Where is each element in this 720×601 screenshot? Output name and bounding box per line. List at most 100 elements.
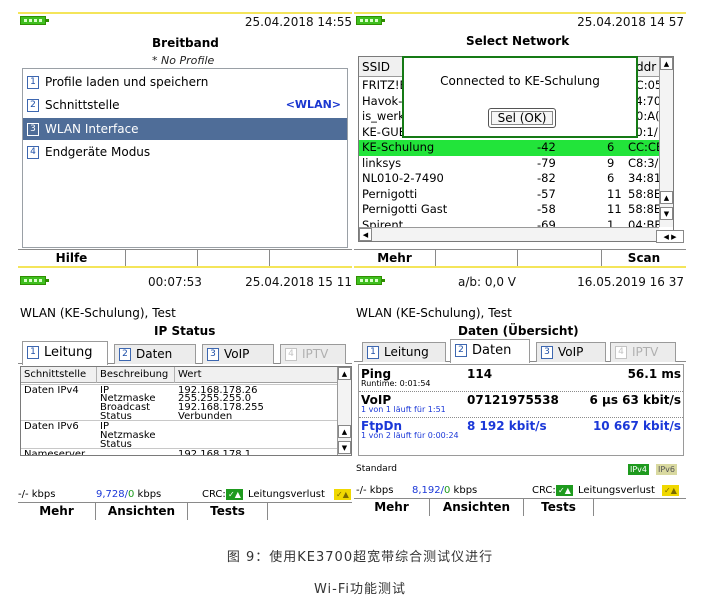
scroll-left-icon[interactable]: ◀ bbox=[359, 228, 372, 241]
softkey-4[interactable] bbox=[270, 250, 352, 267]
more-softkey[interactable]: Mehr bbox=[18, 503, 96, 520]
softkey-3[interactable] bbox=[518, 250, 602, 267]
softkey-3[interactable] bbox=[198, 250, 270, 267]
vertical-scrollbar[interactable]: ▲ ▲ ▼ bbox=[659, 57, 673, 227]
scroll-up-icon[interactable]: ▲ bbox=[660, 57, 673, 70]
menu-item-label: Schnittstelle bbox=[45, 98, 120, 112]
scroll-up-icon[interactable]: ▲ bbox=[338, 367, 351, 380]
tab-bar: 1 Leitung 2 Daten 3 VoIP 4 IPTV bbox=[18, 340, 352, 365]
test-note: 1 von 1 läuft für 1:51 bbox=[361, 405, 446, 414]
table-row[interactable]: Nameserver 192.168.178.1 bbox=[21, 447, 351, 455]
tab-daten[interactable]: 2 Daten bbox=[114, 344, 196, 364]
network-select-screen: 25.04.2018 14 57 Select Network SSID H A… bbox=[354, 12, 686, 268]
screen-bottom-edge bbox=[18, 266, 352, 268]
tab-leitung[interactable]: 1 Leitung bbox=[22, 341, 108, 365]
crc-label: CRC: bbox=[532, 485, 556, 496]
softkey-bar: Hilfe bbox=[18, 249, 352, 267]
softkey-bar: Mehr Scan bbox=[354, 249, 686, 267]
scroll-up-icon[interactable]: ▲ bbox=[338, 425, 351, 438]
scroll-down-icon[interactable]: ▼ bbox=[660, 207, 673, 220]
tab-label: VoIP bbox=[558, 345, 584, 359]
status-datetime: 25.04.2018 14 57 bbox=[577, 15, 684, 29]
vertical-scrollbar[interactable]: ▲ ▲ ▼ bbox=[337, 367, 351, 455]
network-addr: 58:8E bbox=[628, 202, 662, 216]
network-rssi: -57 bbox=[537, 186, 556, 201]
battery-icon bbox=[20, 276, 49, 285]
scan-softkey[interactable]: Scan bbox=[602, 250, 686, 267]
column-interface[interactable]: Schnittstelle bbox=[21, 367, 97, 383]
ip-status-screen: 00:07:53 25.04.2018 15 11 WLAN (KE-Schul… bbox=[18, 272, 352, 520]
views-softkey[interactable]: Ansichten bbox=[430, 499, 524, 516]
network-addr: 34:81 bbox=[628, 171, 662, 185]
network-ssid: Pernigotti bbox=[362, 186, 418, 201]
menu-item-label: Profile laden und speichern bbox=[45, 75, 209, 89]
softkey-bar: Mehr Ansichten Tests bbox=[18, 502, 352, 520]
tests-softkey[interactable]: Tests bbox=[524, 499, 594, 516]
softkey-2[interactable] bbox=[126, 250, 198, 267]
horizontal-scrollbar[interactable]: ◀ bbox=[359, 227, 659, 241]
network-addr: C8:3/ bbox=[628, 155, 659, 170]
network-ch: 11 bbox=[607, 202, 622, 216]
menu-item-device-mode[interactable]: 4 Endgeräte Modus bbox=[23, 141, 347, 163]
help-softkey[interactable]: Hilfe bbox=[18, 250, 126, 267]
ping-row[interactable]: Ping Runtime: 0:01:54 114 56.1 ms bbox=[359, 367, 683, 393]
row-divider bbox=[359, 391, 683, 392]
profile-label: * No Profile bbox=[152, 54, 215, 67]
figure-caption-line-2: Wi-Fi功能测试 bbox=[313, 582, 406, 597]
tab-daten[interactable]: 2 Daten bbox=[450, 339, 530, 363]
more-softkey[interactable]: Mehr bbox=[354, 499, 430, 516]
ipv4-badge: IPv4 bbox=[628, 464, 650, 475]
network-row[interactable]: linksys -79 9 C8:3/ bbox=[359, 156, 673, 172]
crc-label: CRC: bbox=[202, 489, 226, 500]
kbps-label: -/- kbps bbox=[18, 489, 56, 500]
tab-voip[interactable]: 3 VoIP bbox=[202, 344, 274, 364]
data-overview-panel: Ping Runtime: 0:01:54 114 56.1 ms VoIP 1… bbox=[358, 364, 684, 456]
elapsed-time: 00:07:53 bbox=[148, 275, 202, 289]
scroll-down-icon[interactable]: ▼ bbox=[338, 441, 351, 454]
standard-label: Standard bbox=[356, 464, 397, 474]
test-value: 07121975538 bbox=[467, 393, 559, 407]
page-title: Select Network bbox=[466, 34, 570, 48]
softkey-4[interactable] bbox=[268, 503, 352, 520]
menu-item-profiles[interactable]: 1 Profile laden und speichern bbox=[23, 71, 347, 93]
test-result: 6 µs 63 kbit/s bbox=[589, 393, 682, 407]
test-note: Runtime: 0:01:54 bbox=[361, 379, 431, 388]
ftp-download-row[interactable]: FtpDn 1 von 2 läuft für 0:00:24 8 192 kb… bbox=[359, 419, 683, 445]
tab-label: Leitung bbox=[44, 345, 93, 360]
views-softkey[interactable]: Ansichten bbox=[96, 503, 188, 520]
tab-leitung[interactable]: 1 Leitung bbox=[362, 342, 446, 362]
network-ch: 9 bbox=[607, 155, 615, 170]
network-rssi: -79 bbox=[537, 155, 556, 170]
screen-top-edge bbox=[18, 12, 352, 14]
tab-label: VoIP bbox=[224, 347, 250, 361]
page-title: IP Status bbox=[154, 324, 216, 338]
test-result: 56.1 ms bbox=[627, 367, 681, 381]
tab-label: Daten bbox=[472, 343, 512, 358]
column-value[interactable]: Wert bbox=[175, 367, 337, 383]
connection-label: WLAN (KE-Schulung), Test bbox=[356, 306, 512, 320]
column-description[interactable]: Beschreibung bbox=[97, 367, 175, 383]
tests-softkey[interactable]: Tests bbox=[188, 503, 268, 520]
network-row[interactable]: NL010-2-7490 -82 6 34:81 bbox=[359, 171, 673, 187]
menu-item-interface[interactable]: 2 Schnittstelle <WLAN> bbox=[23, 94, 347, 116]
test-note: 1 von 2 läuft für 0:00:24 bbox=[361, 431, 459, 440]
softkey-2[interactable] bbox=[436, 250, 518, 267]
ok-button[interactable]: Sel (OK) bbox=[488, 108, 556, 128]
battery-icon bbox=[356, 276, 385, 285]
softkey-4[interactable] bbox=[594, 499, 686, 516]
tab-voip[interactable]: 3 VoIP bbox=[536, 342, 606, 362]
scroll-up-icon[interactable]: ▲ bbox=[660, 191, 673, 204]
menu-number-badge: 1 bbox=[27, 76, 39, 89]
line-voltage: a/b: 0,0 V bbox=[458, 275, 516, 289]
more-softkey[interactable]: Mehr bbox=[354, 250, 436, 267]
tab-number-badge: 4 bbox=[615, 346, 627, 359]
network-ch: 6 bbox=[607, 140, 615, 154]
network-ssid: NL010-2-7490 bbox=[362, 171, 444, 185]
network-row[interactable]: KE-Schulung -42 6 CC:CE bbox=[359, 140, 673, 156]
menu-item-wlan-interface[interactable]: 3 WLAN Interface bbox=[23, 118, 347, 140]
network-row[interactable]: Pernigotti Gast -58 11 58:8E bbox=[359, 202, 673, 218]
tab-label: Leitung bbox=[384, 345, 429, 359]
voip-row[interactable]: VoIP 1 von 1 läuft für 1:51 07121975538 … bbox=[359, 393, 683, 419]
network-row[interactable]: Pernigotti -57 11 58:8E bbox=[359, 187, 673, 203]
scroll-left-right-icon[interactable]: ◀ ▶ bbox=[656, 230, 684, 243]
